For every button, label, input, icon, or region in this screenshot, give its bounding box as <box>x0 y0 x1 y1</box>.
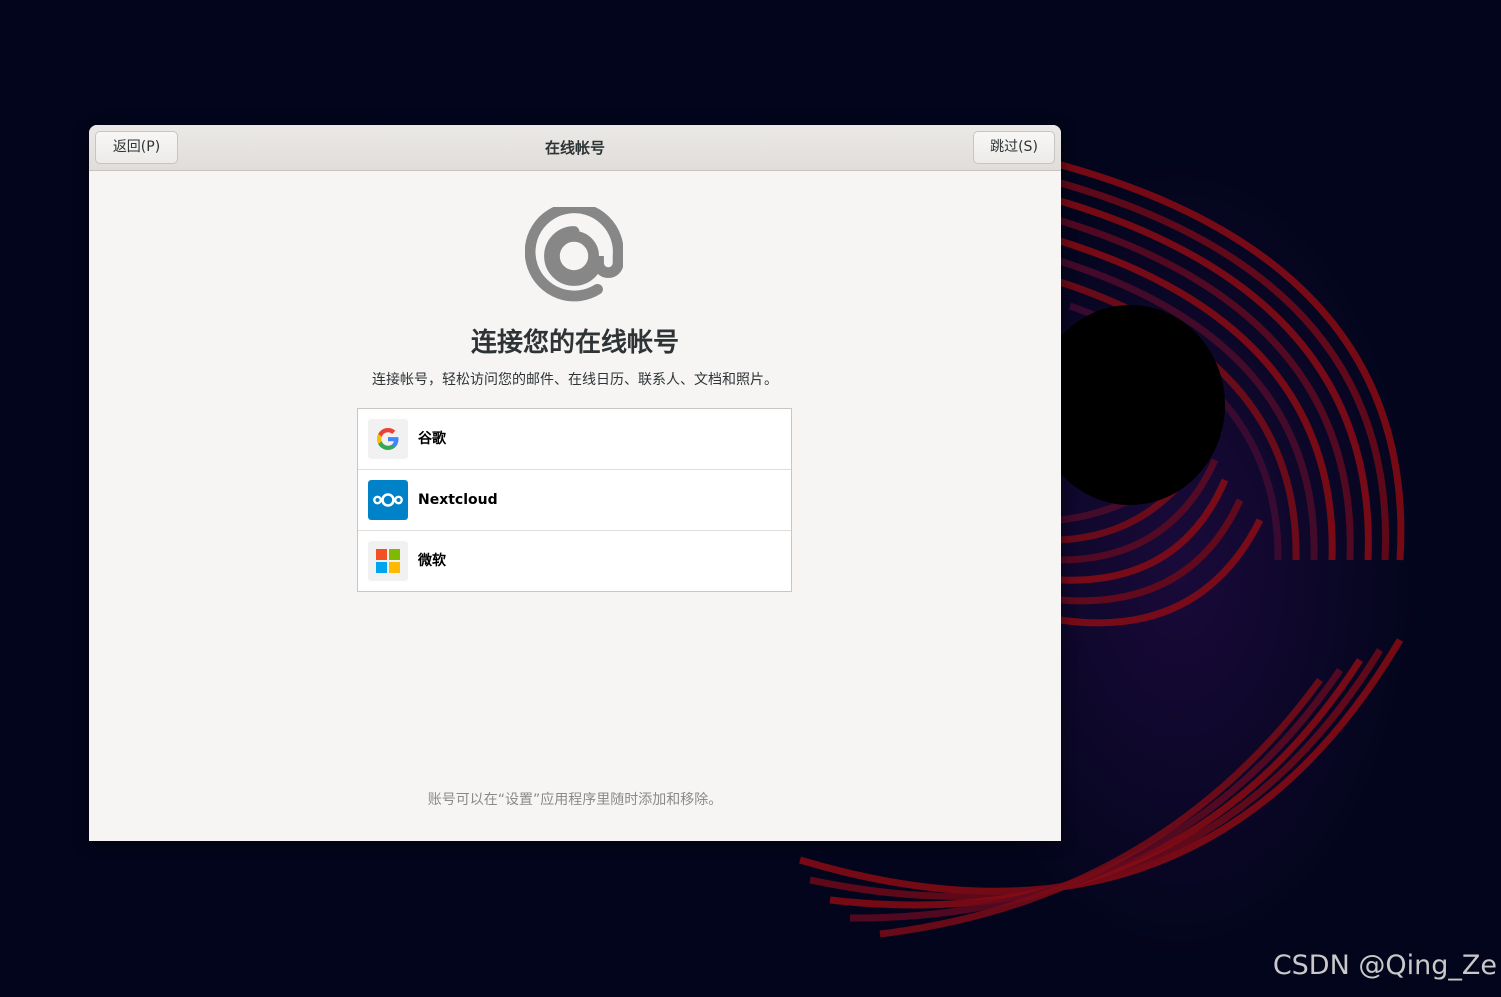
provider-label-microsoft: 微软 <box>418 553 446 569</box>
watermark-text: CSDN @Qing_Ze <box>1272 950 1497 981</box>
at-sign-icon <box>525 207 623 302</box>
microsoft-icon <box>368 541 408 581</box>
provider-row-google[interactable]: 谷歌 <box>358 409 791 470</box>
page-subtitle: 连接帐号，轻松访问您的邮件、在线日历、联系人、文档和照片。 <box>372 372 778 388</box>
google-icon <box>368 419 408 459</box>
footer-note: 账号可以在“设置”应用程序里随时添加和移除。 <box>427 792 723 808</box>
provider-label-nextcloud: Nextcloud <box>418 492 498 508</box>
provider-row-microsoft[interactable]: 微软 <box>358 531 791 591</box>
skip-button[interactable]: 跳过(S) <box>973 131 1055 164</box>
provider-label-google: 谷歌 <box>418 431 446 447</box>
provider-row-nextcloud[interactable]: Nextcloud <box>358 470 791 531</box>
window-title: 在线帐号 <box>544 139 605 157</box>
provider-list: 谷歌 Nextcloud 微软 <box>357 408 792 592</box>
online-accounts-window: 返回(P) 在线帐号 跳过(S) 连接您的在线帐号 连接帐号，轻松访问您的邮件、… <box>89 125 1061 841</box>
header-bar: 返回(P) 在线帐号 跳过(S) <box>89 125 1061 171</box>
nextcloud-icon <box>368 480 408 520</box>
page-heading: 连接您的在线帐号 <box>470 328 679 358</box>
